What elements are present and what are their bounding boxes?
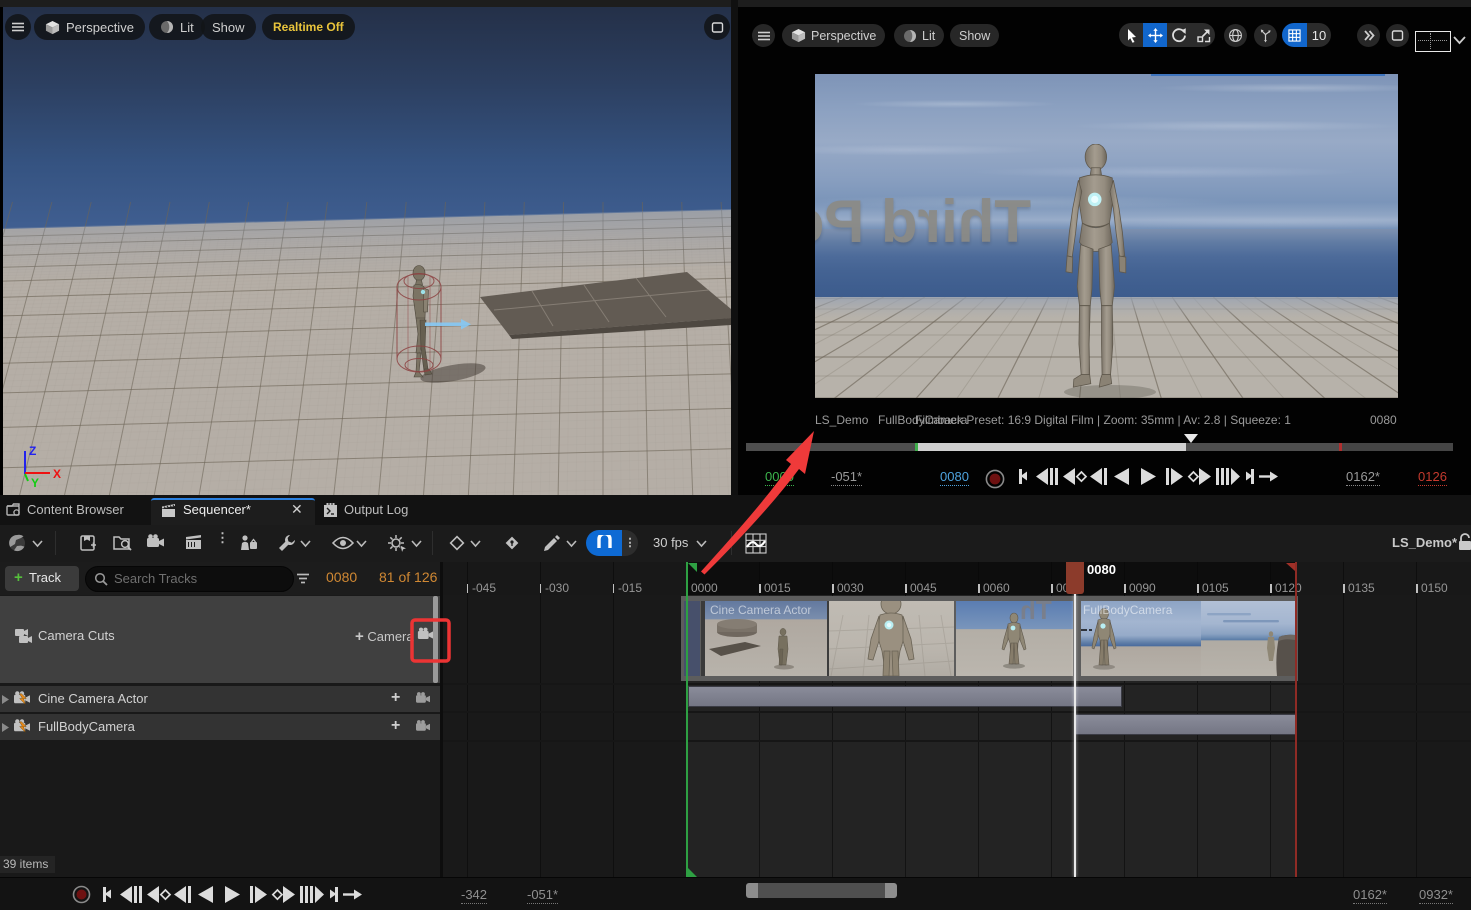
svg-text:X: X [53, 467, 61, 481]
svg-text:Z: Z [29, 444, 36, 458]
svg-text:Y: Y [31, 476, 39, 490]
